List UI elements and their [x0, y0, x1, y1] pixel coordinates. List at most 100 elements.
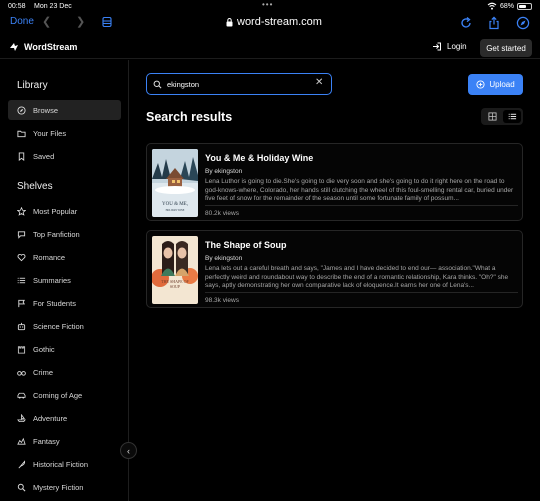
result-author[interactable]: By ekingston — [205, 255, 242, 262]
status-time: 00:58 — [8, 3, 26, 10]
sidebar-item-romance[interactable]: Romance — [8, 247, 121, 267]
share-icon[interactable] — [487, 16, 501, 30]
result-title[interactable]: You & Me & Holiday Wine — [205, 153, 313, 163]
sidebar-item-your-files[interactable]: Your Files — [8, 123, 121, 143]
login-label: Login — [447, 42, 467, 51]
grid-icon — [487, 112, 497, 121]
wordstream-logo-icon — [10, 43, 18, 51]
sidebar-item-label: Mystery Fiction — [33, 482, 84, 492]
app-name: WordStream — [24, 42, 78, 52]
compass-icon — [17, 105, 26, 115]
done-button[interactable]: Done — [10, 16, 34, 27]
get-started-button[interactable]: Get started — [480, 39, 532, 57]
multitasking-dots[interactable]: ••• — [262, 0, 273, 9]
divider — [205, 292, 518, 293]
login-button[interactable]: Login — [432, 42, 467, 51]
chevron-left-icon: ‹ — [127, 445, 130, 456]
sidebar-item-crime[interactable]: Crime — [8, 362, 121, 382]
sidebar-item-browse[interactable]: Browse — [8, 100, 121, 120]
battery-percent: 68% — [499, 2, 514, 10]
forward-icon[interactable]: ❯ — [76, 15, 85, 28]
shelves-heading: Shelves — [17, 181, 53, 192]
hearts-icon — [17, 253, 26, 261]
sidebar-item-top-fanfiction[interactable]: Top Fanfiction — [8, 224, 121, 244]
sidebar-item-science-fiction[interactable]: Science Fiction — [8, 316, 121, 336]
search-input[interactable] — [167, 79, 317, 89]
sidebar-item-label: Historical Fiction — [33, 459, 89, 469]
divider — [205, 205, 518, 206]
upload-button[interactable]: Upload — [468, 74, 523, 95]
sidebar-item-mystery-fiction[interactable]: Mystery Fiction — [8, 477, 121, 497]
flag-icon — [18, 299, 25, 307]
address-bar[interactable]: word-stream.com — [226, 16, 322, 28]
book-cover[interactable]: YOU & ME, HOLIDAY WINE — [152, 149, 198, 217]
sidebar-item-label: For Students — [33, 298, 76, 308]
result-description: Lena Luthor is going to die.She's going … — [205, 178, 514, 203]
castle-icon — [17, 345, 26, 354]
list-view-icon — [508, 113, 516, 120]
battery-icon — [517, 2, 532, 10]
sidebar-item-most-popular[interactable]: Most Popular — [8, 201, 121, 221]
upload-icon — [476, 80, 485, 89]
sidebar-item-label: Most Popular — [33, 206, 78, 216]
car-icon — [17, 392, 26, 399]
clear-search-icon[interactable]: ✕ — [315, 77, 325, 89]
compass-nav-icon[interactable] — [516, 16, 530, 30]
status-date: Mon 23 Dec — [34, 3, 72, 10]
result-card[interactable]: THE SHAPE OF SOUP The Shape of Soup By e… — [146, 230, 523, 308]
sidebar-item-label: Coming of Age — [33, 390, 83, 400]
collapse-sidebar-button[interactable]: ‹ — [120, 442, 137, 459]
page-title: Search results — [146, 110, 233, 124]
sidebar-item-label: Crime — [33, 367, 53, 377]
sidebar-item-summaries[interactable]: Summaries — [8, 270, 121, 290]
sidebar-item-coming-of-age[interactable]: Coming of Age — [8, 385, 121, 405]
browser-toolbar: Done ❮ ❯ word-stream.com — [0, 12, 540, 34]
boat-icon — [17, 413, 26, 422]
sidebar-item-saved[interactable]: Saved — [8, 146, 121, 166]
sidebar-item-label: Saved — [33, 151, 55, 161]
login-icon — [433, 42, 441, 51]
view-toggle — [481, 108, 523, 125]
book-cover[interactable]: THE SHAPE OF SOUP — [152, 236, 198, 304]
app-logo[interactable]: WordStream — [9, 42, 77, 52]
sidebar-item-gothic[interactable]: Gothic — [8, 339, 121, 359]
result-card[interactable]: YOU & ME, HOLIDAY WINE You & Me & Holida… — [146, 143, 523, 221]
folder-icon — [17, 130, 26, 137]
sidebar-item-label: Adventure — [33, 413, 68, 423]
sidebar-item-label: Fantasy — [33, 436, 60, 446]
sidebar-item-label: Your Files — [33, 128, 67, 138]
status-right: 68% — [487, 2, 532, 10]
sidebar-item-label: Summaries — [33, 275, 71, 285]
cover-title: YOU & ME, — [162, 202, 188, 207]
search-box[interactable]: ✕ — [146, 73, 332, 95]
result-author[interactable]: By ekingston — [205, 168, 242, 175]
sidebar-item-historical-fiction[interactable]: Historical Fiction — [8, 454, 121, 474]
library-heading: Library — [17, 80, 48, 91]
sidebar: Library Browse Your Files Saved Shelves … — [0, 60, 137, 501]
sidebar-item-fantasy[interactable]: Fantasy — [8, 431, 121, 451]
sidebar-item-label: Romance — [33, 252, 66, 262]
magnifier-icon — [17, 483, 26, 491]
list-view-button[interactable] — [503, 110, 521, 123]
sidebar-item-adventure[interactable]: Adventure — [8, 408, 121, 428]
book-cover-art: YOU & ME, HOLIDAY WINE — [152, 149, 198, 217]
result-description: Lena lets out a careful breath and says,… — [205, 265, 509, 290]
upload-label: Upload — [489, 80, 515, 89]
tabs-icon[interactable] — [101, 16, 113, 28]
book-cover-art: THE SHAPE OF SOUP — [152, 236, 198, 304]
bookmark-icon — [18, 151, 25, 161]
sidebar-item-label: Gothic — [33, 344, 55, 354]
chat-icon — [17, 230, 26, 239]
result-title[interactable]: The Shape of Soup — [205, 240, 287, 250]
reload-icon[interactable] — [459, 16, 473, 30]
cover-title: THE SHAPE OF SOUP — [161, 280, 189, 289]
sidebar-item-for-students[interactable]: For Students — [8, 293, 121, 313]
back-icon[interactable]: ❮ — [42, 15, 51, 28]
url-text: word-stream.com — [237, 16, 322, 28]
result-views: 80.2k views — [205, 210, 239, 217]
lock-icon — [226, 17, 233, 26]
grid-view-button[interactable] — [483, 110, 501, 123]
sidebar-item-label: Top Fanfiction — [33, 229, 80, 239]
star-icon — [17, 206, 26, 216]
search-icon — [153, 80, 162, 88]
